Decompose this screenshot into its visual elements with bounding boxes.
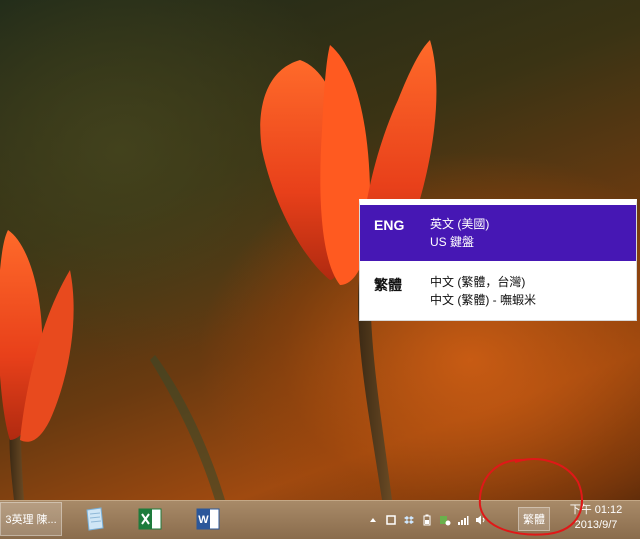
taskbar-app-word[interactable]: W	[190, 502, 226, 536]
window-title: 3英理 陳...	[5, 514, 57, 526]
taskbar-app-excel[interactable]	[132, 502, 168, 536]
language-code: 繁體	[374, 277, 402, 293]
battery-icon[interactable]	[421, 513, 433, 526]
language-code: ENG	[374, 217, 405, 233]
dropbox-icon[interactable]	[403, 513, 415, 525]
action-center-icon[interactable]	[385, 513, 397, 525]
keyboard-layout-name: US 鍵盤	[430, 235, 475, 249]
volume-icon[interactable]	[475, 513, 487, 525]
input-language-popup: ENG 英文 (美國) US 鍵盤 繁體 中文 (繁體，台灣) 中文 (繁體) …	[359, 199, 637, 321]
show-hidden-icons-chevron-icon[interactable]	[367, 513, 379, 525]
signal-icon[interactable]	[457, 513, 469, 525]
clock-time: 下午 01:12	[569, 504, 623, 516]
clock[interactable]: 下午 01:12 2013/9/7	[556, 503, 636, 535]
taskbar-window-button[interactable]: 3英理 陳...	[0, 502, 62, 536]
notepad-icon	[86, 507, 104, 531]
ime-indicator-button[interactable]: 繁體	[518, 507, 550, 531]
network-security-icon[interactable]	[439, 513, 451, 526]
language-name: 英文 (美國)	[430, 217, 490, 231]
clock-date: 2013/9/7	[574, 519, 618, 531]
system-tray	[364, 500, 490, 538]
keyboard-layout-name: 中文 (繁體) - 嘸蝦米	[430, 293, 536, 307]
excel-icon	[138, 508, 162, 530]
ime-indicator-label: 繁體	[523, 514, 545, 526]
language-item-eng[interactable]: ENG 英文 (美國) US 鍵盤	[360, 205, 636, 261]
language-item-traditional-chinese[interactable]: 繁體 中文 (繁體，台灣) 中文 (繁體) - 嘸蝦米	[360, 261, 636, 321]
taskbar-app-notepad[interactable]	[76, 502, 112, 536]
language-name: 中文 (繁體，台灣)	[430, 275, 526, 289]
word-icon: W	[196, 508, 220, 530]
svg-text:W: W	[198, 514, 209, 526]
